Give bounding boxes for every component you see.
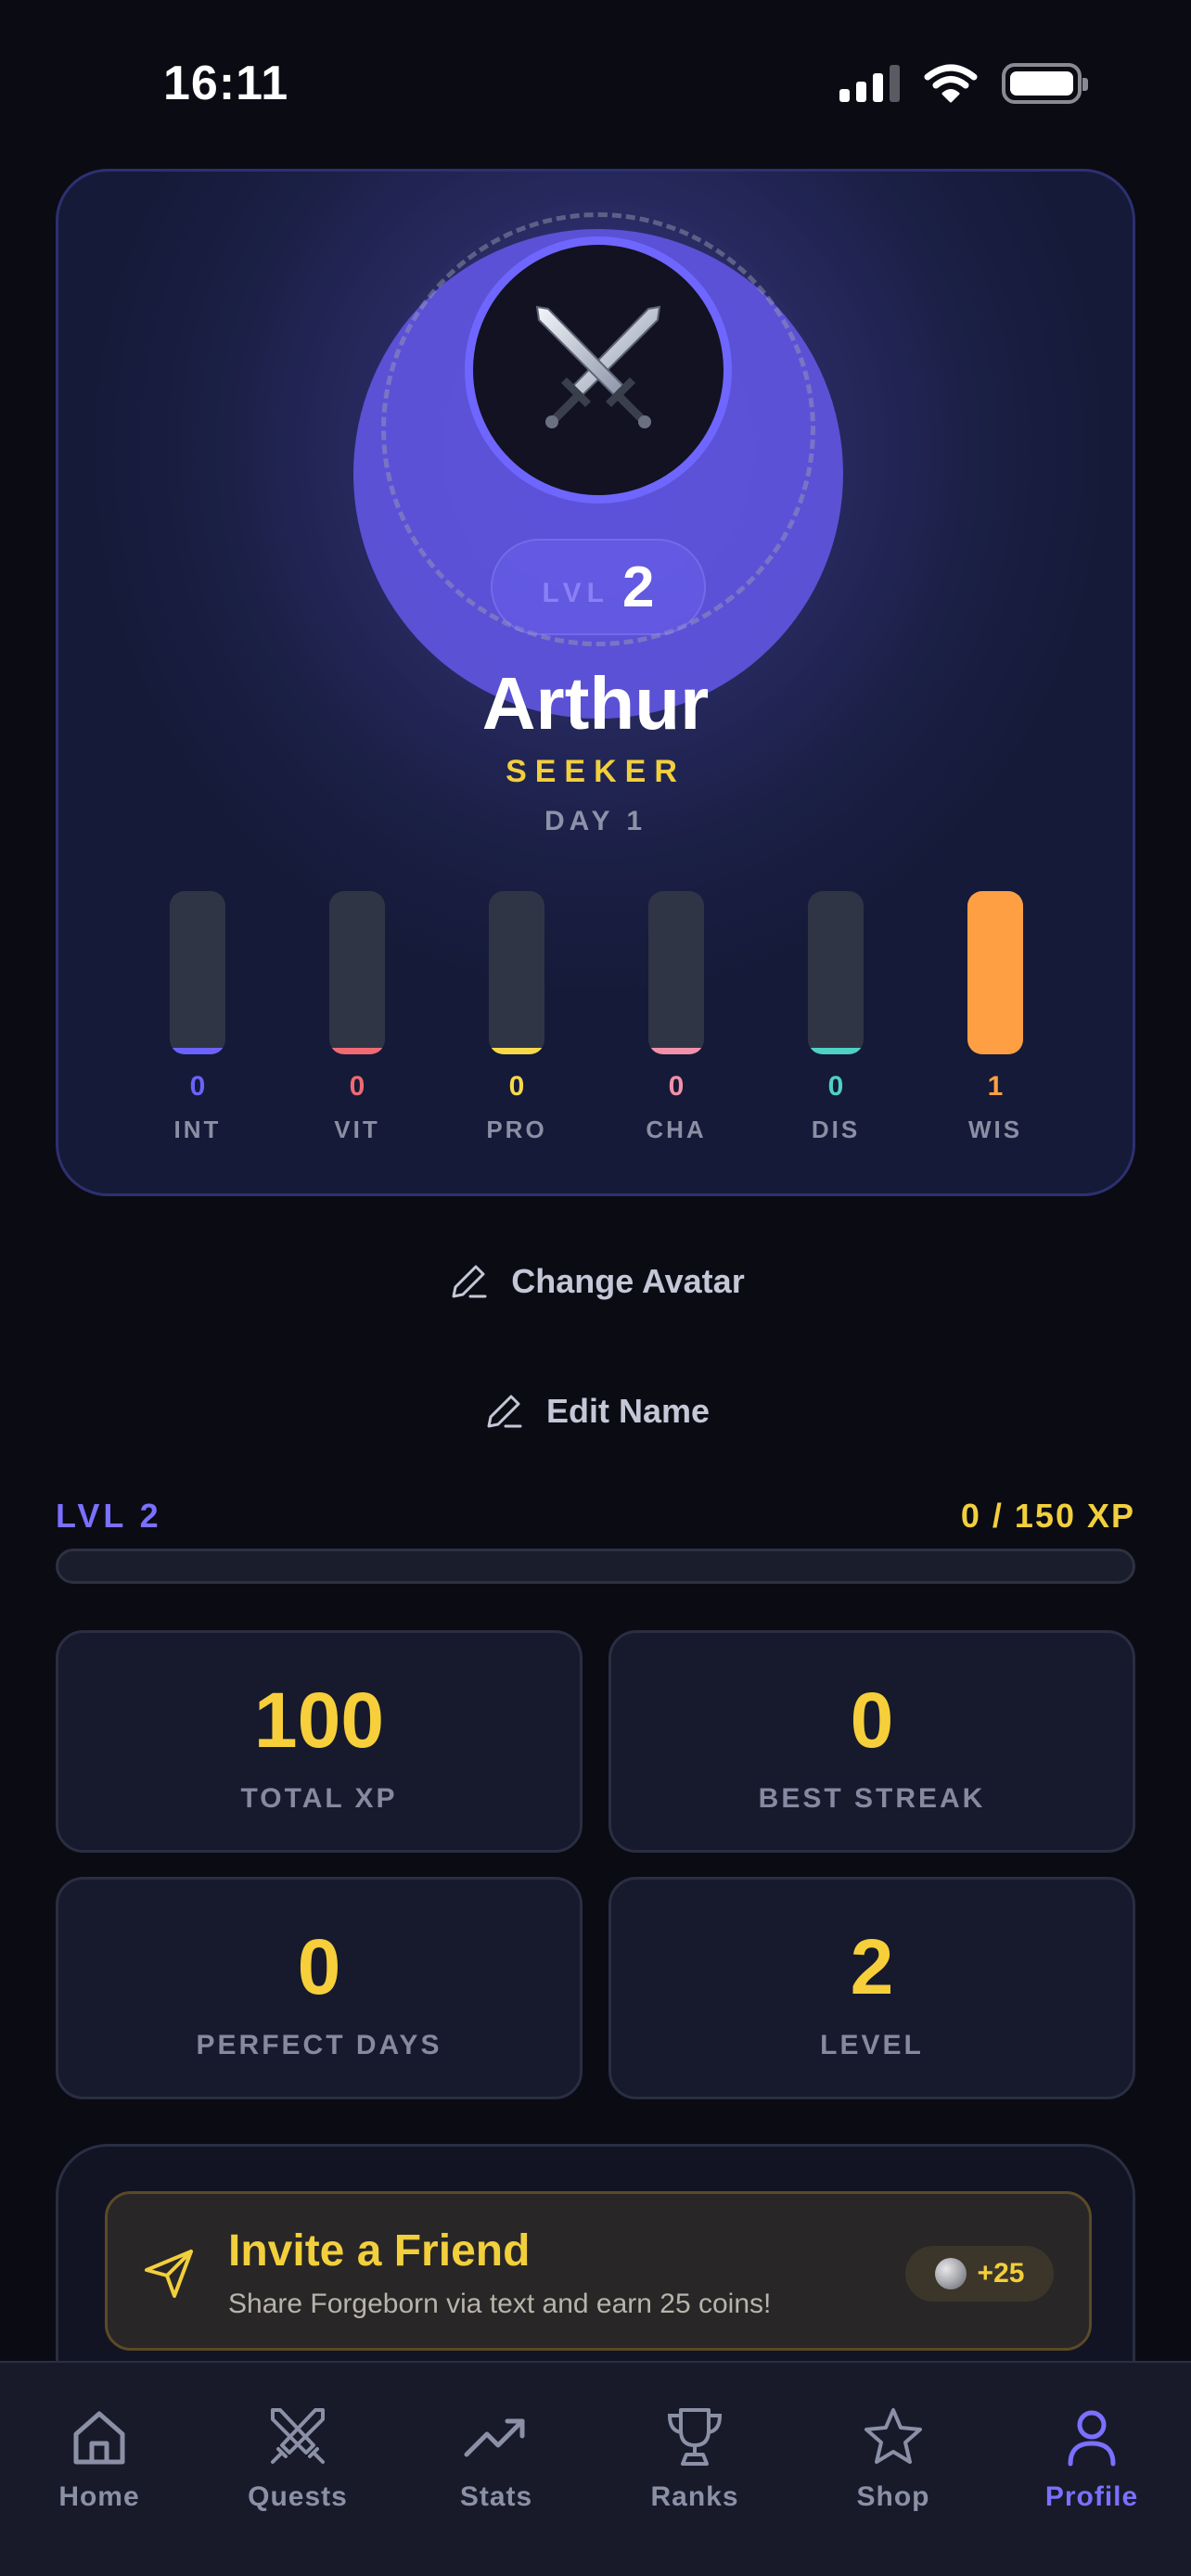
- tab-quests[interactable]: Quests: [198, 2400, 397, 2513]
- xp-progress-bar: [56, 1549, 1135, 1584]
- tab-label: Quests: [248, 2481, 348, 2512]
- xp-level-label: LVL 2: [56, 1497, 162, 1535]
- stat-value: 2: [850, 1923, 894, 2010]
- attribute-label: DIS: [811, 1116, 861, 1143]
- user-icon: [1068, 2410, 1116, 2467]
- tab-label: Shop: [856, 2481, 930, 2512]
- status-icons: [839, 63, 1088, 104]
- xp-header: LVL 2 0 / 150 XP: [56, 1497, 1135, 1536]
- tab-label: Ranks: [650, 2481, 739, 2512]
- attribute-pro: 0 PRO: [461, 891, 572, 1144]
- bottom-tab-bar: Home Quests Stats Ranks Shop Profile: [0, 2361, 1191, 2576]
- attribute-bar: [329, 891, 385, 1054]
- attribute-value: 0: [349, 1071, 365, 1102]
- wifi-icon: [924, 64, 978, 103]
- crossed-swords-icon: [271, 2408, 325, 2464]
- attribute-label: PRO: [486, 1116, 547, 1143]
- stat-label: LEVEL: [820, 2030, 924, 2060]
- trending-up-icon: [464, 2418, 525, 2457]
- stat-label: BEST STREAK: [758, 1783, 986, 1814]
- stat-value: 0: [297, 1923, 341, 2010]
- change-avatar-button[interactable]: Change Avatar: [0, 1259, 1191, 1304]
- pencil-icon: [452, 1265, 487, 1298]
- stat-card-level: 2 LEVEL: [608, 1877, 1135, 2099]
- home-icon: [73, 2411, 125, 2465]
- stat-label: TOTAL XP: [240, 1783, 398, 1814]
- attribute-bar: [170, 891, 225, 1054]
- invite-subtitle: Share Forgeborn via text and earn 25 coi…: [228, 2289, 772, 2319]
- profile-hero-card: LVL 2 Arthur SEEKER DAY 1 0 INT 0 VIT 0 …: [56, 169, 1135, 1196]
- trophy-icon: [667, 2408, 723, 2466]
- attribute-int: 0 INT: [142, 891, 253, 1144]
- attribute-label: WIS: [967, 1116, 1023, 1143]
- cellular-signal-icon: [839, 65, 900, 102]
- player-name: Arthur: [481, 662, 710, 745]
- player-title: SEEKER: [506, 754, 685, 789]
- status-time: 16:11: [163, 57, 289, 110]
- attribute-dis: 0 DIS: [780, 891, 891, 1144]
- level-badge: LVL 2: [491, 539, 706, 635]
- avatar[interactable]: [465, 236, 732, 504]
- stat-card-best-streak: 0 BEST STREAK: [608, 1630, 1135, 1853]
- tab-shop[interactable]: Shop: [794, 2400, 992, 2513]
- stat-value: 100: [253, 1677, 385, 1764]
- attribute-vit: 0 VIT: [301, 891, 413, 1144]
- stat-label: PERFECT DAYS: [196, 2030, 442, 2060]
- battery-icon: [1002, 63, 1088, 104]
- coin-icon: [934, 2258, 967, 2289]
- level-badge-label: LVL: [542, 578, 609, 608]
- coin-reward-badge: +25: [905, 2246, 1054, 2302]
- coin-reward-value: +25: [977, 2258, 1025, 2289]
- tab-label: Home: [58, 2481, 140, 2512]
- stat-card-total-xp: 100 TOTAL XP: [56, 1630, 583, 1853]
- crossed-swords-icon: [535, 305, 661, 428]
- attribute-bar: [489, 891, 544, 1054]
- attribute-bar: [808, 891, 864, 1054]
- send-icon: [145, 2250, 193, 2298]
- tab-label: Profile: [1044, 2481, 1139, 2512]
- day-counter: DAY 1: [544, 806, 647, 836]
- tab-ranks[interactable]: Ranks: [596, 2400, 794, 2513]
- tab-stats[interactable]: Stats: [397, 2400, 596, 2513]
- attribute-value: 0: [827, 1071, 844, 1102]
- attribute-label: CHA: [646, 1116, 707, 1143]
- level-badge-value: 2: [621, 555, 655, 619]
- star-icon: [864, 2408, 922, 2464]
- attribute-bar: [648, 891, 704, 1054]
- attribute-value: 1: [987, 1071, 1004, 1102]
- attribute-value: 0: [668, 1071, 685, 1102]
- attribute-label: INT: [173, 1116, 222, 1143]
- invite-friend-button[interactable]: Invite a Friend Share Forgeborn via text…: [105, 2191, 1092, 2351]
- tab-home[interactable]: Home: [0, 2400, 198, 2513]
- tab-profile[interactable]: Profile: [992, 2400, 1191, 2513]
- stat-card-perfect-days: 0 PERFECT DAYS: [56, 1877, 583, 2099]
- change-avatar-label: Change Avatar: [511, 1262, 745, 1300]
- pencil-icon: [487, 1395, 522, 1428]
- attribute-label: VIT: [334, 1116, 380, 1143]
- edit-name-button[interactable]: Edit Name: [0, 1389, 1191, 1434]
- attribute-wis: 1 WIS: [940, 891, 1051, 1144]
- xp-progress-label: 0 / 150 XP: [960, 1497, 1135, 1535]
- tab-label: Stats: [459, 2481, 533, 2512]
- attribute-bar: [967, 891, 1023, 1054]
- invite-title: Invite a Friend: [228, 2226, 531, 2276]
- attribute-cha: 0 CHA: [621, 891, 732, 1144]
- status-bar: 16:11: [0, 0, 1191, 176]
- attribute-value: 0: [189, 1071, 206, 1102]
- edit-name-label: Edit Name: [545, 1392, 711, 1430]
- stat-value: 0: [850, 1677, 894, 1764]
- attribute-value: 0: [508, 1071, 525, 1102]
